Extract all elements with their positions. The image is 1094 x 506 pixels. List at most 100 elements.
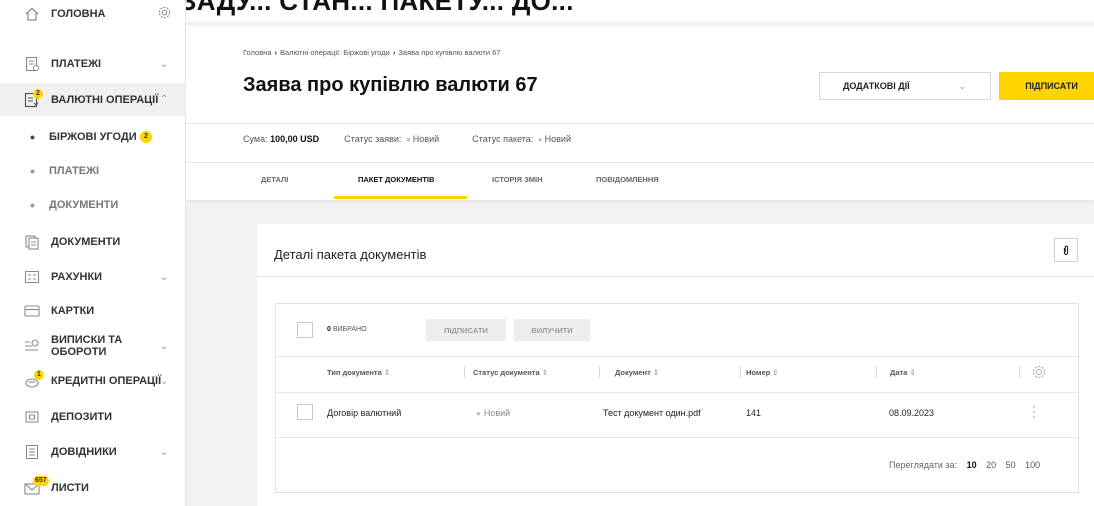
sidebar-item-statements[interactable]: ВИПИСКИ ТА ОБОРОТИ ⌄: [0, 329, 186, 363]
attach-button[interactable]: [1054, 238, 1078, 262]
column-header-label: Номер: [746, 368, 771, 377]
sidebar-item-label: ГОЛОВНА: [51, 8, 106, 20]
bullet: •: [30, 129, 35, 145]
sign-button[interactable]: ПІДПИСАТИ: [999, 72, 1094, 100]
cell-type: Договір валютний: [327, 408, 402, 418]
sidebar-item-directory[interactable]: ДОВІДНИКИ ⌄: [0, 440, 186, 464]
sort-icon: ⇕: [541, 368, 549, 377]
sidebar-subitem-payments[interactable]: • ПЛАТЕЖІ: [0, 160, 186, 182]
tab-package[interactable]: ПАКЕТ ДОКУМЕНТІВ: [358, 175, 434, 184]
exchange-badge: 2: [140, 131, 152, 143]
package-details-card: Деталі пакета документів 0 ВИБРАНО ПІДПИ…: [257, 224, 1094, 506]
deposit-icon: [25, 411, 39, 423]
summary-line: Сума: 100,00 USD Статус заяви: ● Новий Ст…: [243, 134, 571, 144]
sidebar-item-mail[interactable]: 657 ЛИСТИ: [0, 476, 186, 500]
home-icon: [25, 7, 39, 21]
cell-status: ● Новий: [476, 408, 510, 418]
column-header-label: Документ: [615, 368, 651, 377]
chevron-down-icon: ⌄: [160, 375, 169, 387]
chevron-down-icon: ⌄: [160, 271, 169, 283]
app-status-value: Новий: [412, 134, 440, 144]
chevron-down-icon: ⌄: [160, 446, 169, 458]
credit-badge: 1: [34, 370, 44, 380]
column-header-label: Дата: [890, 368, 908, 377]
column-header-date[interactable]: Дата ⇕: [890, 368, 916, 377]
selected-label: ВИБРАНО: [332, 326, 367, 333]
page-size-20[interactable]: 20: [986, 460, 996, 470]
column-header-label: Тип документа: [327, 368, 382, 377]
sort-icon: ⇕: [772, 368, 779, 377]
sidebar-item-label: ВИПИСКИ ТА ОБОРОТИ: [51, 334, 123, 358]
sidebar-subitem-exchange[interactable]: • БІРЖОВІ УГОДИ 2: [0, 126, 186, 148]
status-dot-icon: ●: [405, 135, 411, 144]
sidebar-item-home[interactable]: ГОЛОВНА: [0, 2, 186, 26]
cell-date: 08.09.2023: [889, 408, 935, 418]
cell-status-value: Новий: [483, 408, 511, 418]
sidebar-item-label: ЛИСТИ: [51, 482, 89, 494]
sidebar-item-documents[interactable]: ДОКУМЕНТИ: [0, 230, 186, 254]
sidebar-item-currency[interactable]: 2 ВАЛЮТНІ ОПЕРАЦІЇ ⌃: [0, 83, 186, 116]
more-actions-button[interactable]: ДОДАТКОВІ ДІЇ ⌄: [819, 72, 991, 100]
amount-label: Сума:: [243, 134, 268, 144]
amount-value: 100,00 USD: [270, 134, 320, 144]
bullet: •: [30, 163, 35, 179]
column-header-label: Статус документа: [473, 368, 540, 377]
selected-count: 0 ВИБРАНО: [327, 326, 367, 333]
section-title: Деталі пакета документів: [274, 247, 427, 262]
divider: [186, 123, 1094, 124]
package-status-value: Новий: [544, 134, 571, 144]
table-settings-gear-icon[interactable]: [1031, 364, 1047, 380]
paperclip-icon: [1063, 245, 1069, 255]
breadcrumb-section[interactable]: Валютні операції: Біржові угоди: [280, 48, 390, 57]
column-separator: [740, 366, 741, 378]
mail-badge: 657: [33, 476, 49, 486]
column-header-status[interactable]: Статус документа ⇕: [473, 368, 548, 377]
row-checkbox[interactable]: [297, 404, 313, 420]
breadcrumb: Головна › Валютні операції: Біржові угоди ›…: [243, 48, 500, 57]
more-actions-label: ДОДАТКОВІ ДІЇ: [843, 81, 910, 91]
chevron-down-icon: ⌄: [160, 58, 169, 70]
column-separator: [599, 366, 600, 378]
divider: [186, 162, 1094, 163]
gear-icon[interactable]: [157, 5, 172, 20]
currency-badge: 2: [33, 89, 43, 99]
package-status-label: Статус пакета:: [472, 134, 534, 144]
divider: [276, 356, 1078, 357]
sidebar-subitem-label: ДОКУМЕНТИ: [49, 199, 119, 211]
cell-document[interactable]: Тест документ один.pdf: [603, 408, 701, 418]
sign-selected-button[interactable]: ПІДПИСАТИ: [426, 319, 506, 341]
sidebar-item-payments[interactable]: ПЛАТЕЖІ ⌄: [0, 52, 186, 76]
divider: [276, 392, 1078, 393]
remove-selected-button[interactable]: ВИЛУЧИТИ: [514, 319, 590, 341]
divider: [257, 276, 1094, 277]
active-tab-indicator: [334, 196, 467, 199]
sidebar-item-deposits[interactable]: ДЕПОЗИТИ: [0, 405, 186, 429]
sort-icon: ⇕: [652, 368, 660, 377]
bullet: •: [30, 197, 35, 213]
page-size-10[interactable]: 10: [967, 460, 977, 470]
column-header-number[interactable]: Номер ⇕: [746, 368, 779, 377]
column-header-document[interactable]: Документ ⇕: [615, 368, 659, 377]
tab-messages[interactable]: ПОВІДОМЛЕННЯ: [596, 175, 659, 184]
select-all-checkbox[interactable]: [297, 322, 313, 338]
sidebar-subitem-documents[interactable]: • ДОКУМЕНТИ: [0, 194, 186, 216]
chevron-down-icon: ⌄: [958, 80, 966, 91]
card-icon: [24, 305, 40, 317]
sidebar: ГОЛОВНА ПЛАТЕЖІ ⌄ 2 ВАЛЮТНІ ОПЕРАЦІЇ ⌃ •…: [0, 0, 186, 506]
row-menu-icon[interactable]: · · ·: [1031, 400, 1037, 422]
sidebar-item-credit[interactable]: 1 КРЕДИТНІ ОПЕРАЦІЇ ⌄: [0, 369, 186, 393]
sort-icon: ⇕: [383, 368, 391, 377]
column-header-type[interactable]: Тип документа ⇕: [327, 368, 390, 377]
tab-history[interactable]: ІСТОРІЯ ЗМІН: [492, 175, 543, 184]
sidebar-item-cards[interactable]: КАРТКИ: [0, 299, 186, 323]
column-separator: [876, 366, 877, 378]
app-status-label: Статус заяви:: [344, 134, 402, 144]
page-size-100[interactable]: 100: [1025, 460, 1040, 470]
sidebar-item-accounts[interactable]: РАХУНКИ ⌄: [0, 265, 186, 289]
sidebar-item-label: ДОВІДНИКИ: [51, 446, 117, 458]
breadcrumb-home[interactable]: Головна: [243, 48, 272, 57]
sidebar-subitem-label: БІРЖОВІ УГОДИ: [49, 131, 137, 143]
page-title: Заява про купівлю валюти 67: [243, 74, 538, 96]
page-size-50[interactable]: 50: [1006, 460, 1016, 470]
tab-details[interactable]: ДЕТАЛІ: [261, 175, 288, 184]
